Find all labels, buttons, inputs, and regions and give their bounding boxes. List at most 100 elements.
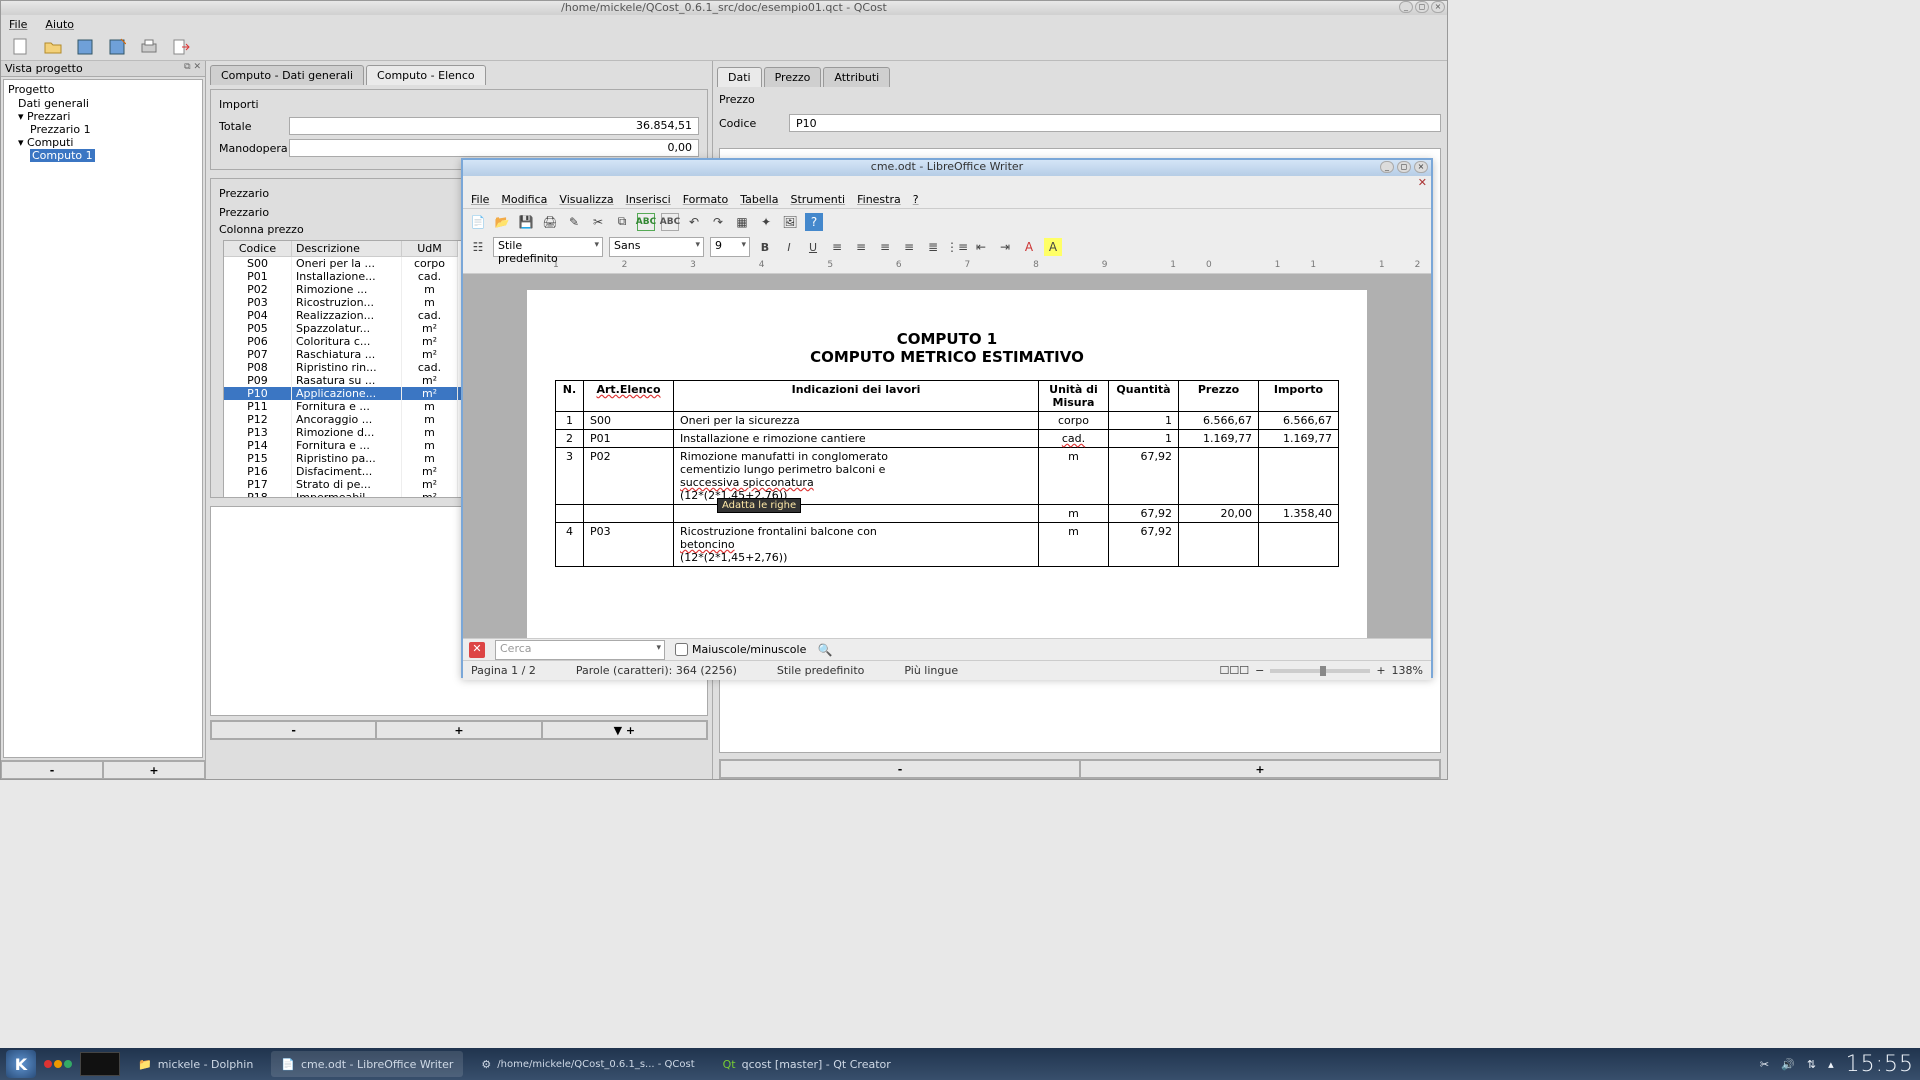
- exit-icon[interactable]: [171, 37, 191, 57]
- clock[interactable]: 15:55: [1846, 1052, 1914, 1077]
- lo-redo-icon[interactable]: ↷: [709, 213, 727, 231]
- table-row[interactable]: m 67,9220,001.358,40: [556, 505, 1339, 523]
- lo-gallery-icon[interactable]: 🖼: [781, 213, 799, 231]
- lo-table-icon[interactable]: ▦: [733, 213, 751, 231]
- view-mode-icon[interactable]: ☐☐☐: [1220, 664, 1250, 677]
- lo-undo-icon[interactable]: ↶: [685, 213, 703, 231]
- align-left-icon[interactable]: ≡: [828, 238, 846, 256]
- task-qcost[interactable]: ⚙/home/mickele/QCost_0.6.1_s... - QCost: [471, 1051, 704, 1077]
- lo-menu-strumenti[interactable]: Strumenti: [790, 193, 845, 206]
- lo-open-icon[interactable]: 📂: [493, 213, 511, 231]
- lo-menu-formato[interactable]: Formato: [683, 193, 729, 206]
- binoculars-icon[interactable]: 🔍: [816, 641, 834, 659]
- close-icon[interactable]: ×: [1431, 1, 1445, 13]
- tree-prezzari[interactable]: ▾ Prezzari: [6, 110, 200, 123]
- zoom-value[interactable]: 138%: [1392, 664, 1423, 677]
- match-case-checkbox[interactable]: [675, 643, 688, 656]
- code-field[interactable]: [789, 114, 1441, 132]
- new-icon[interactable]: [11, 37, 31, 57]
- lo-maximize-icon[interactable]: ◻: [1397, 161, 1411, 173]
- decrease-indent-icon[interactable]: ⇤: [972, 238, 990, 256]
- align-center-icon[interactable]: ≡: [852, 238, 870, 256]
- tree-dati[interactable]: Dati generali: [6, 97, 200, 110]
- pager[interactable]: [80, 1052, 120, 1076]
- table-row[interactable]: 3P02 Rimozione manufatti in conglomerato…: [556, 448, 1339, 505]
- minimize-icon[interactable]: _: [1399, 1, 1413, 13]
- row-add-button[interactable]: +: [376, 721, 541, 739]
- find-input[interactable]: Cerca: [495, 640, 665, 660]
- save-icon[interactable]: [75, 37, 95, 57]
- pane-controls[interactable]: ⧉ ✕: [184, 62, 201, 75]
- tray-expand-icon[interactable]: ▴: [1828, 1058, 1834, 1071]
- lo-copy-icon[interactable]: ⧉: [613, 213, 631, 231]
- lo-menu-inserisci[interactable]: Inserisci: [626, 193, 671, 206]
- menu-help[interactable]: Aiuto: [45, 18, 74, 31]
- tree-computo1[interactable]: Computo 1: [6, 149, 200, 162]
- detail-remove-button[interactable]: -: [720, 760, 1080, 778]
- tab-dati-generali[interactable]: Computo - Dati generali: [210, 65, 364, 85]
- lo-help-icon[interactable]: ?: [805, 213, 823, 231]
- detail-tab-prezzo[interactable]: Prezzo: [764, 67, 822, 87]
- detail-tab-attributi[interactable]: Attributi: [823, 67, 890, 87]
- task-libreoffice[interactable]: 📄cme.odt - LibreOffice Writer: [271, 1051, 463, 1077]
- activity-dots[interactable]: [44, 1060, 72, 1068]
- row-remove-button[interactable]: -: [211, 721, 376, 739]
- lo-menu-modifica[interactable]: Modifica: [501, 193, 547, 206]
- clipboard-icon[interactable]: ✂: [1760, 1058, 1769, 1071]
- task-dolphin[interactable]: 📁mickele - Dolphin: [128, 1051, 263, 1077]
- table-row[interactable]: 2P01 Installazione e rimozione cantierec…: [556, 430, 1339, 448]
- document-canvas[interactable]: COMPUTO 1 COMPUTO METRICO ESTIMATIVO N. …: [463, 274, 1431, 638]
- row-copy-down-button[interactable]: ▼ +: [542, 721, 707, 739]
- lo-styles-icon[interactable]: ☷: [469, 238, 487, 256]
- lo-close-icon[interactable]: ×: [1414, 161, 1428, 173]
- lo-menu-visualizza[interactable]: Visualizza: [559, 193, 613, 206]
- lo-save-icon[interactable]: 💾: [517, 213, 535, 231]
- italic-icon[interactable]: I: [780, 238, 798, 256]
- lo-menu-tabella[interactable]: Tabella: [740, 193, 778, 206]
- lo-doc-close-icon[interactable]: ✕: [1418, 176, 1427, 189]
- tree-root[interactable]: Progetto: [6, 82, 200, 97]
- detail-add-button[interactable]: +: [1080, 760, 1440, 778]
- lo-edit-icon[interactable]: ✎: [565, 213, 583, 231]
- print-icon[interactable]: [139, 37, 159, 57]
- lo-cut-icon[interactable]: ✂: [589, 213, 607, 231]
- highlight-icon[interactable]: A: [1044, 238, 1062, 256]
- task-qtcreator[interactable]: Qtqcost [master] - Qt Creator: [713, 1051, 901, 1077]
- lo-autospell-icon[interactable]: ABC: [661, 213, 679, 231]
- lo-menu-help[interactable]: ?: [913, 193, 919, 206]
- font-name-combo[interactable]: Sans: [609, 237, 704, 257]
- project-tree[interactable]: Progetto Dati generali ▾ Prezzari Prezza…: [3, 79, 203, 758]
- maximize-icon[interactable]: ◻: [1415, 1, 1429, 13]
- open-icon[interactable]: [43, 37, 63, 57]
- detail-tab-dati[interactable]: Dati: [717, 67, 762, 87]
- numbered-list-icon[interactable]: ≣: [924, 238, 942, 256]
- status-page[interactable]: Pagina 1 / 2: [471, 664, 536, 677]
- paragraph-style-combo[interactable]: Stile predefinito: [493, 237, 603, 257]
- volume-icon[interactable]: 🔊: [1781, 1058, 1795, 1071]
- increase-indent-icon[interactable]: ⇥: [996, 238, 1014, 256]
- lo-export-icon[interactable]: 🖨: [541, 213, 559, 231]
- status-style[interactable]: Stile predefinito: [777, 664, 864, 677]
- lo-new-icon[interactable]: 📄: [469, 213, 487, 231]
- lo-spell-icon[interactable]: ABC: [637, 213, 655, 231]
- tree-computi[interactable]: ▾ Computi: [6, 136, 200, 149]
- tree-add-button[interactable]: +: [103, 761, 205, 779]
- menu-file[interactable]: File: [9, 18, 27, 31]
- align-justify-icon[interactable]: ≡: [900, 238, 918, 256]
- network-icon[interactable]: ⇅: [1807, 1058, 1816, 1071]
- zoom-out-icon[interactable]: −: [1255, 664, 1264, 677]
- lo-minimize-icon[interactable]: _: [1380, 161, 1394, 173]
- underline-icon[interactable]: U: [804, 238, 822, 256]
- saveas-icon[interactable]: [107, 37, 127, 57]
- tree-prezzario1[interactable]: Prezzario 1: [6, 123, 200, 136]
- lo-navigator-icon[interactable]: ✦: [757, 213, 775, 231]
- bullet-list-icon[interactable]: ⋮≡: [948, 238, 966, 256]
- zoom-slider[interactable]: [1270, 669, 1370, 673]
- font-color-icon[interactable]: A: [1020, 238, 1038, 256]
- start-button[interactable]: K: [6, 1050, 36, 1078]
- status-lang[interactable]: Più lingue: [904, 664, 958, 677]
- ruler[interactable]: 1 2 3 4 5 6 7 8 9 10 11 12 13 14 15 16 1…: [463, 260, 1431, 274]
- doc-table[interactable]: N. Art.Elenco Indicazioni dei lavori Uni…: [555, 380, 1339, 567]
- font-size-combo[interactable]: 9: [710, 237, 750, 257]
- lo-menu-file[interactable]: File: [471, 193, 489, 206]
